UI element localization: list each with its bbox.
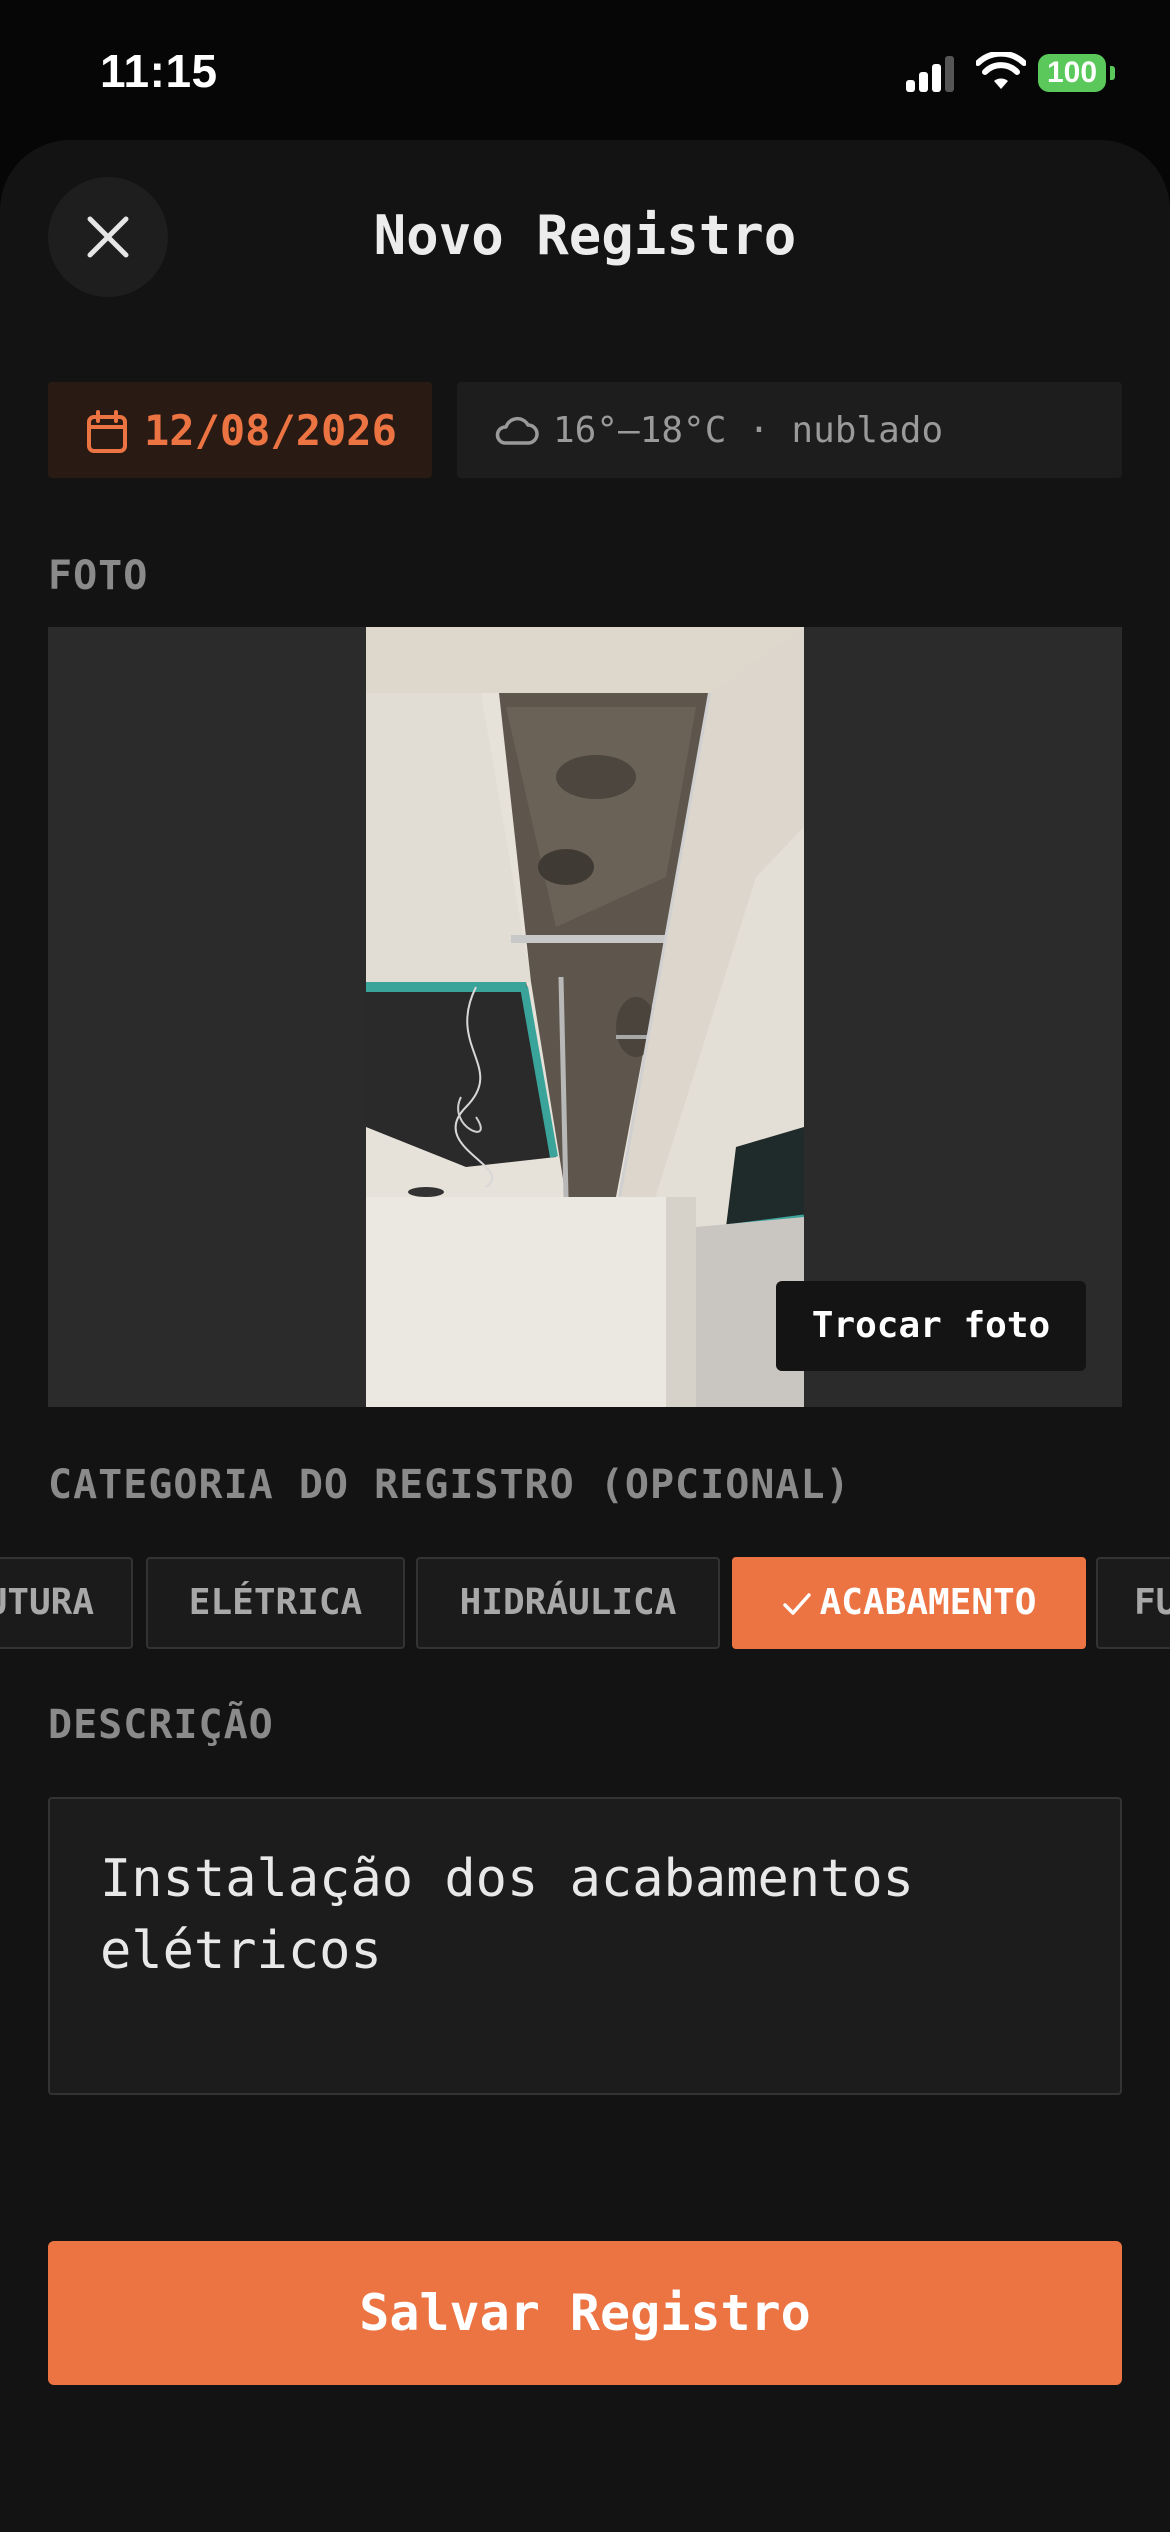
chip-eletrica[interactable]: ELÉTRICA bbox=[146, 1557, 405, 1649]
category-chip-row[interactable]: ESTRUTURA ELÉTRICA HIDRÁULICA ACABAMENTO… bbox=[0, 1557, 1170, 1649]
photo-container: Trocar foto bbox=[48, 627, 1122, 1407]
description-section-label: DESCRIÇÃO bbox=[48, 1702, 274, 1748]
chip-label: HIDRÁULICA bbox=[459, 1582, 677, 1623]
calendar-icon bbox=[87, 410, 127, 453]
photo-section-label: FOTO bbox=[48, 553, 149, 599]
description-value: Instalação dos acabamentos elétricos bbox=[100, 1849, 914, 1981]
chip-acabamento[interactable]: ACABAMENTO bbox=[732, 1557, 1086, 1649]
chip-label: ACABAMENTO bbox=[819, 1582, 1037, 1623]
chip-hidraulica[interactable]: HIDRÁULICA bbox=[416, 1557, 720, 1649]
chip-label: ELÉTRICA bbox=[188, 1582, 363, 1623]
status-bar: 11:15 100 bbox=[0, 0, 1170, 140]
chip-label: FU bbox=[1134, 1582, 1170, 1623]
cloud-icon bbox=[495, 416, 539, 445]
wifi-icon bbox=[976, 52, 1026, 89]
swap-photo-button[interactable]: Trocar foto bbox=[776, 1281, 1086, 1371]
battery-icon: 100 bbox=[1038, 54, 1106, 92]
category-section-label: CATEGORIA DO REGISTRO (OPCIONAL) bbox=[48, 1462, 851, 1508]
status-time: 11:15 bbox=[100, 45, 218, 97]
description-field[interactable]: Instalação dos acabamentos elétricos bbox=[48, 1797, 1122, 2095]
weather-value: 16°–18°C · nublado bbox=[553, 410, 944, 451]
chip-label: ESTRUTURA bbox=[0, 1582, 95, 1623]
site-photo bbox=[366, 627, 804, 1407]
chip-next[interactable]: FU bbox=[1096, 1557, 1170, 1649]
new-record-sheet: Novo Registro 12/08/2026 16°–18°C · nubl… bbox=[0, 140, 1170, 2532]
weather-info: 16°–18°C · nublado bbox=[457, 382, 1122, 478]
date-picker[interactable]: 12/08/2026 bbox=[48, 382, 432, 478]
page-title: Novo Registro bbox=[373, 204, 797, 267]
signal-icon bbox=[906, 52, 958, 92]
save-button[interactable]: Salvar Registro bbox=[48, 2241, 1122, 2385]
chip-estrutura[interactable]: ESTRUTURA bbox=[0, 1557, 133, 1649]
check-icon bbox=[782, 1593, 811, 1615]
battery-tip bbox=[1110, 66, 1115, 80]
date-value: 12/08/2026 bbox=[144, 406, 397, 455]
